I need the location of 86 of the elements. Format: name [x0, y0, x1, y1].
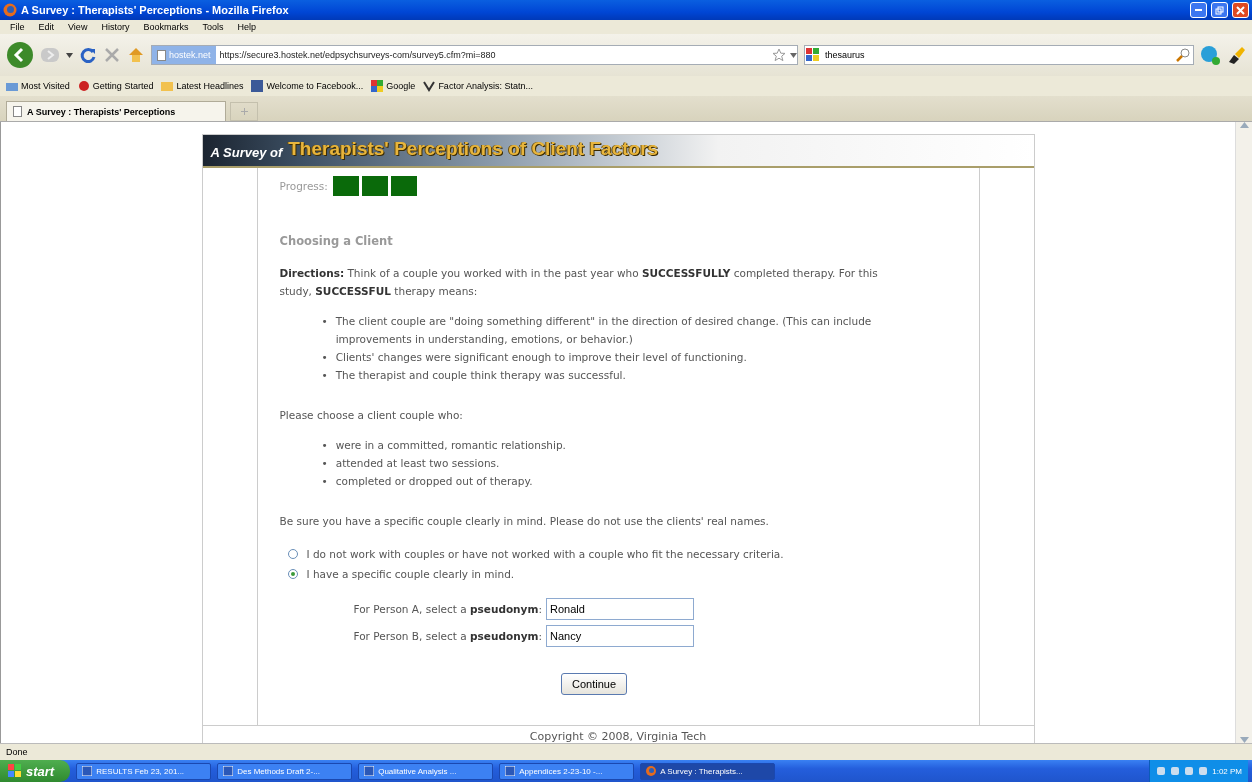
- bookmark-item[interactable]: Welcome to Facebook...: [251, 80, 364, 92]
- taskbar-button[interactable]: Des Methods Draft 2-...: [217, 762, 353, 780]
- field-label: For Person B, select a pseudonym:: [353, 630, 542, 642]
- bullet-marker: •: [321, 350, 328, 365]
- requirement-item: attended at least two sessions.: [335, 456, 500, 471]
- forward-icon[interactable]: [40, 45, 60, 65]
- menu-item[interactable]: History: [101, 22, 130, 32]
- window-title: A Survey : Therapists' Perceptions - Mozilla Firefox: [21, 4, 290, 16]
- option-label: I have a specific couple clearly in mind.: [306, 568, 515, 580]
- bullet-marker: •: [321, 456, 328, 471]
- back-icon[interactable]: [6, 41, 34, 69]
- note-text: Be sure you have a specific couple clearly in mind. Please do not use the clients' real names.: [279, 514, 770, 529]
- reload-icon[interactable]: [79, 46, 97, 64]
- bullet-marker: •: [321, 474, 328, 489]
- menu-item[interactable]: Edit: [38, 22, 55, 32]
- plus-icon: [240, 108, 248, 115]
- bullet-marker: •: [321, 368, 328, 383]
- bookmark-icon: [77, 80, 90, 92]
- directions-text: Directions: Think of a couple you worked with in the past year who SUCCESSFULLY completed therapy. For this study, SUCCESSFUL therapy means:: [279, 266, 879, 299]
- menu-item[interactable]: Bookmarks: [143, 22, 189, 32]
- copyright-text: Copyright © 2008, Virginia Tech: [529, 730, 707, 743]
- highlighter-icon[interactable]: [1226, 45, 1246, 65]
- search-field[interactable]: thesaurus: [804, 45, 1194, 65]
- bookmark-item[interactable]: Latest Headlines: [161, 80, 244, 92]
- browser-tab[interactable]: A Survey : Therapists' Perceptions: [6, 101, 226, 121]
- document-icon: [505, 766, 516, 776]
- radio-button[interactable]: [287, 549, 298, 559]
- document-icon: [364, 766, 375, 776]
- requirement-item: completed or dropped out of therapy.: [335, 474, 533, 489]
- minimize-icon: [1195, 9, 1202, 11]
- taskbar-button[interactable]: Qualitative Analysis ...: [358, 762, 494, 780]
- bullet-marker: •: [321, 438, 328, 453]
- taskbar-button[interactable]: A Survey : Therapists...: [640, 762, 776, 780]
- bookmark-item[interactable]: Getting Started: [77, 80, 154, 92]
- clock-text: 1:02 PM: [1212, 766, 1242, 776]
- windows-logo-icon: [8, 764, 22, 778]
- dropdown-arrow-icon[interactable]: [790, 52, 797, 58]
- banner-subtitle: A Survey of: [210, 145, 283, 160]
- dropdown-arrow-icon[interactable]: [66, 52, 73, 58]
- bookmark-item[interactable]: Factor Analysis: Statn...: [423, 80, 533, 92]
- banner-title: Therapists' Perceptions of Client Factors: [288, 138, 659, 160]
- menu-item[interactable]: Help: [237, 22, 256, 32]
- option-label: I do not work with couples or have not worked with a couple who fit the necessary criteria.: [306, 548, 784, 560]
- stop-icon[interactable]: [103, 46, 121, 64]
- status-text: Done: [6, 747, 28, 757]
- field-label: For Person A, select a pseudonym:: [353, 603, 542, 615]
- document-icon: [223, 766, 234, 776]
- folder-icon: [6, 80, 18, 92]
- document-icon: [82, 766, 93, 776]
- close-button[interactable]: [1232, 2, 1249, 18]
- menu-item[interactable]: View: [68, 22, 88, 32]
- criteria-item: The client couple are "doing something different" in the direction of desired change. (This can include improvements in understanding, emotions, or behavior.): [335, 314, 873, 347]
- restore-button[interactable]: [1211, 2, 1228, 18]
- prompt-text: Please choose a client couple who:: [279, 408, 464, 423]
- minimize-button[interactable]: [1190, 2, 1207, 18]
- criteria-item: Clients' changes were significant enough to improve their level of functioning.: [335, 350, 747, 365]
- star-icon[interactable]: [772, 48, 786, 62]
- restore-icon: [1215, 5, 1224, 15]
- skype-icon[interactable]: [1200, 45, 1220, 65]
- criteria-item: The therapist and couple think therapy was successful.: [335, 368, 626, 383]
- bookmark-item[interactable]: Most Visited: [6, 80, 70, 92]
- search-engine-icon[interactable]: [805, 47, 821, 63]
- progress-label: Progress:: [279, 180, 328, 192]
- close-icon: [1236, 5, 1245, 15]
- start-button[interactable]: start: [0, 760, 71, 782]
- section-heading: Choosing a Client: [279, 234, 394, 248]
- radio-button[interactable]: [287, 569, 298, 579]
- feed-folder-icon: [161, 80, 174, 92]
- input-field[interactable]: Nancy: [545, 625, 694, 647]
- continue-button[interactable]: Continue: [560, 673, 627, 695]
- requirement-item: were in a committed, romantic relationship.: [335, 438, 566, 453]
- menu-item[interactable]: File: [10, 22, 25, 32]
- bookmark-item[interactable]: Google: [371, 80, 416, 92]
- new-tab-button[interactable]: [230, 102, 258, 121]
- home-icon[interactable]: [127, 46, 145, 64]
- firefox-icon: [3, 3, 17, 17]
- bullet-marker: •: [321, 314, 328, 329]
- firefox-icon: [646, 766, 657, 776]
- taskbar-button[interactable]: RESULTS Feb 23, 201...: [76, 762, 212, 780]
- taskbar-button[interactable]: Appendices 2-23-10 -...: [499, 762, 635, 780]
- input-field[interactable]: Ronald: [545, 598, 694, 620]
- search-icon[interactable]: [1176, 48, 1190, 62]
- menu-item[interactable]: Tools: [202, 22, 224, 32]
- scrollbar[interactable]: [1235, 122, 1252, 743]
- url-text: https://secure3.hostek.net/edpsychsurveys-com/survey5.cfm?mi=880: [219, 50, 497, 60]
- address-bar[interactable]: hostek.net https://secure3.hostek.net/edpsychsurveys-com/survey5.cfm?mi=880: [151, 45, 798, 65]
